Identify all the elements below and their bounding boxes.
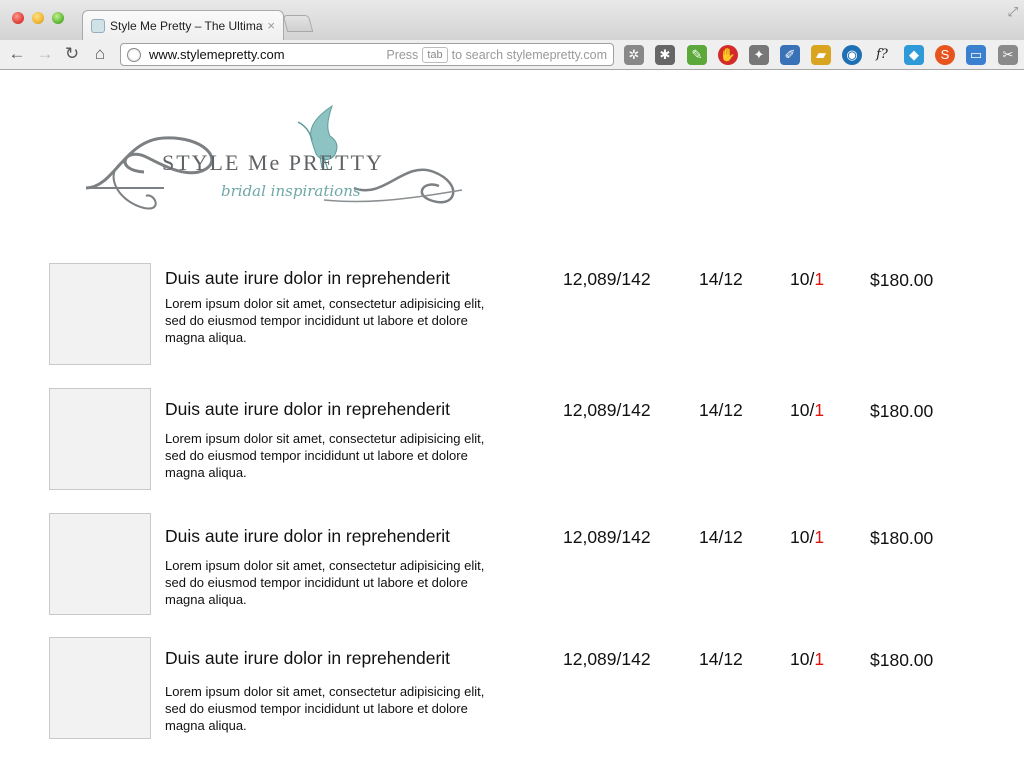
tab-title: Style Me Pretty – The Ultimat: [110, 18, 264, 33]
item-thumbnail[interactable]: [49, 388, 151, 490]
item-stat-ratio-highlight: 1: [814, 269, 825, 289]
forward-icon[interactable]: →: [35, 44, 55, 64]
zoom-window-button[interactable]: [52, 12, 64, 24]
item-stat-views: 12,089/142: [563, 400, 651, 420]
item-thumbnail[interactable]: [49, 637, 151, 739]
item-price: $180.00: [870, 270, 934, 290]
item-description: Lorem ipsum dolor sit amet, consectetur …: [165, 684, 485, 733]
address-url[interactable]: www.stylemepretty.com: [149, 47, 386, 62]
item-stat-views: 12,089/142: [563, 269, 651, 289]
search-hint-press: Press: [386, 47, 419, 62]
bug-icon[interactable]: ✱: [655, 45, 675, 65]
item-price: $180.00: [870, 528, 934, 548]
search-hint: Press tab to search stylemepretty.com: [386, 46, 607, 63]
item-price: $180.00: [870, 401, 934, 421]
wrench-icon[interactable]: ✂: [998, 45, 1018, 65]
item-stat-ratio-prefix: 10/: [790, 649, 815, 669]
function-icon[interactable]: f?: [872, 45, 892, 65]
address-bar[interactable]: www.stylemepretty.com Press tab to searc…: [120, 43, 614, 66]
item-title[interactable]: Duis aute irure dolor in reprehenderit: [165, 268, 450, 289]
home-icon[interactable]: ⌂: [90, 44, 110, 64]
list-item[interactable]: Duis aute irure dolor in reprehenderit L…: [0, 263, 1024, 367]
twitter-icon[interactable]: ✦: [749, 45, 769, 65]
new-tab-button[interactable]: [282, 15, 314, 32]
item-stat-ratio: 10/1: [790, 269, 824, 290]
eye-icon[interactable]: ◉: [842, 45, 862, 65]
globe-icon: [127, 47, 141, 62]
item-stat-ratio-highlight: 1: [814, 527, 825, 547]
item-stat-date: 14/12: [699, 400, 743, 420]
close-window-button[interactable]: [12, 12, 24, 24]
minimize-window-button[interactable]: [32, 12, 44, 24]
item-thumbnail[interactable]: [49, 263, 151, 365]
reload-icon[interactable]: ↻: [62, 44, 82, 64]
item-stat-ratio: 10/1: [790, 400, 824, 421]
stumbleupon-icon[interactable]: S: [935, 45, 955, 65]
item-thumbnail[interactable]: [49, 513, 151, 615]
item-stat-date: 14/12: [699, 527, 743, 547]
item-stat-views: 12,089/142: [563, 649, 651, 669]
item-price: $180.00: [870, 650, 934, 670]
gear-icon[interactable]: ✲: [624, 45, 644, 65]
item-stat-ratio-prefix: 10/: [790, 269, 815, 289]
item-description: Lorem ipsum dolor sit amet, consectetur …: [165, 558, 485, 607]
item-description: Lorem ipsum dolor sit amet, consectetur …: [165, 431, 485, 480]
item-stat-ratio: 10/1: [790, 527, 824, 548]
search-hint-rest: to search stylemepretty.com: [451, 47, 607, 62]
search-hint-key: tab: [422, 46, 448, 63]
item-stat-ratio-prefix: 10/: [790, 400, 815, 420]
list-item[interactable]: Duis aute irure dolor in reprehenderit L…: [0, 513, 1024, 617]
item-title[interactable]: Duis aute irure dolor in reprehenderit: [165, 648, 450, 669]
tab-close-icon[interactable]: ×: [267, 18, 275, 33]
site-logo[interactable]: STYLE Me PRETTY bridal inspirations: [84, 100, 468, 218]
list-item[interactable]: Duis aute irure dolor in reprehenderit L…: [0, 637, 1024, 741]
item-stat-date: 14/12: [699, 649, 743, 669]
list-item[interactable]: Duis aute irure dolor in reprehenderit L…: [0, 388, 1024, 492]
fullscreen-icon[interactable]: ⤢: [1008, 4, 1018, 20]
item-stat-ratio-highlight: 1: [814, 400, 825, 420]
item-title[interactable]: Duis aute irure dolor in reprehenderit: [165, 526, 450, 547]
item-stat-ratio: 10/1: [790, 649, 824, 670]
truck-icon[interactable]: ▰: [811, 45, 831, 65]
window-icon[interactable]: ▭: [966, 45, 986, 65]
back-icon[interactable]: ←: [7, 44, 27, 64]
browser-titlebar: Style Me Pretty – The Ultimat × ⤢: [0, 0, 1024, 40]
logo-tagline: bridal inspirations: [221, 182, 361, 200]
item-stat-views: 12,089/142: [563, 527, 651, 547]
evernote-icon[interactable]: ✎: [687, 45, 707, 65]
browser-toolbar: ← → ↻ ⌂ www.stylemepretty.com Press tab …: [0, 40, 1024, 70]
item-description: Lorem ipsum dolor sit amet, consectetur …: [165, 296, 485, 345]
site-favicon-icon: [91, 18, 105, 33]
item-title[interactable]: Duis aute irure dolor in reprehenderit: [165, 399, 450, 420]
item-stat-ratio-prefix: 10/: [790, 527, 815, 547]
browser-tab[interactable]: Style Me Pretty – The Ultimat ×: [82, 10, 284, 40]
stop-icon[interactable]: ✋: [718, 45, 738, 65]
eyedropper-icon[interactable]: ✐: [780, 45, 800, 65]
item-stat-ratio-highlight: 1: [814, 649, 825, 669]
item-stat-date: 14/12: [699, 269, 743, 289]
bird-icon[interactable]: ◆: [904, 45, 924, 65]
logo-title: STYLE Me PRETTY: [162, 150, 384, 175]
